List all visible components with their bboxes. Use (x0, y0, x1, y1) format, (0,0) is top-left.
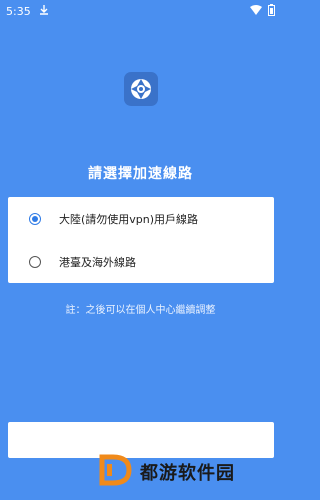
radio-unselected[interactable] (29, 255, 41, 268)
route-options-card: 大陸(請勿使用vpn)用戶線路 港臺及海外線路 (8, 197, 274, 283)
download-icon (39, 4, 49, 18)
watermark: 都游软件园 (98, 452, 278, 492)
route-label-mainland: 大陸(請勿使用vpn)用戶線路 (59, 212, 199, 226)
page-title: 請選擇加速線路 (88, 166, 193, 182)
radio-selected[interactable] (29, 212, 41, 225)
wifi-icon (250, 4, 262, 18)
route-option-overseas[interactable]: 港臺及海外線路 (8, 240, 274, 283)
battery-icon (268, 3, 275, 19)
watermark-text: 都游软件园 (140, 463, 235, 484)
route-label-overseas: 港臺及海外線路 (59, 255, 136, 269)
route-option-mainland[interactable]: 大陸(請勿使用vpn)用戶線路 (8, 197, 274, 240)
app-logo-icon (124, 72, 158, 106)
settings-note: 註：之後可以在個人中心繼續調整 (65, 305, 216, 316)
status-bar: 5:35 (0, 0, 281, 22)
d-logo-icon (98, 453, 132, 491)
status-time: 5:35 (6, 4, 31, 18)
